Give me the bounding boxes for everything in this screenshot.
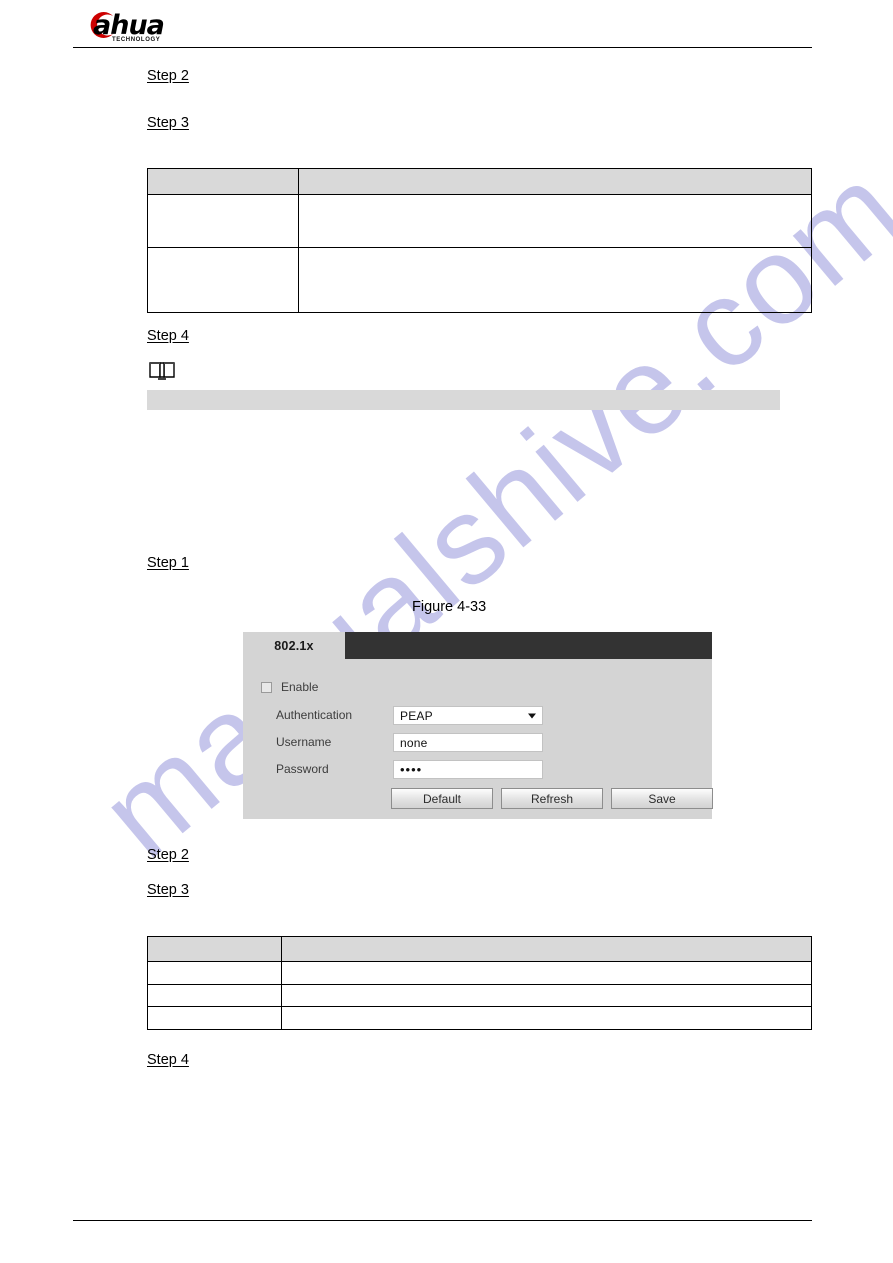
tab-8021x-label: 802.1x	[274, 638, 314, 653]
table-row	[147, 984, 812, 1007]
table-cell	[147, 984, 282, 1007]
table-cell	[147, 961, 282, 985]
tab-8021x[interactable]: 802.1x	[243, 632, 345, 659]
table-cell	[147, 1006, 282, 1030]
parameter-table-bottom	[147, 936, 812, 1030]
open-book-icon	[149, 362, 175, 380]
authentication-row: Authentication PEAP	[276, 706, 696, 725]
username-input[interactable]: none	[393, 733, 543, 752]
table-header-cell	[147, 168, 299, 195]
step-label-3-top: Step 3	[147, 115, 189, 131]
dialog-8021x-panel: 802.1x Enable Authentication PEAP Userna…	[243, 632, 713, 819]
step-label-2-top: Step 2	[147, 68, 189, 84]
footer-rule	[73, 1220, 812, 1221]
table-cell	[281, 984, 812, 1007]
parameter-table-top	[147, 168, 812, 313]
step-label-4-top: Step 4	[147, 328, 189, 344]
step-label-4-bottom: Step 4	[147, 1052, 189, 1068]
table-header-cell	[147, 936, 282, 962]
table-header-row	[147, 168, 812, 195]
table-header-row	[147, 936, 812, 962]
table-cell	[281, 961, 812, 985]
default-button[interactable]: Default	[391, 788, 493, 809]
authentication-select[interactable]: PEAP	[393, 706, 543, 725]
table-row	[147, 961, 812, 985]
dahua-logo-tagline: TECHNOLOGY	[112, 37, 161, 43]
password-input[interactable]: ••••	[393, 760, 543, 779]
table-row	[147, 194, 812, 248]
dahua-logo: ahua TECHNOLOGY	[86, 10, 201, 46]
authentication-label: Authentication	[276, 708, 353, 722]
document-page: ahua TECHNOLOGY Step 2 Step 3 Step 4 Ste…	[0, 0, 893, 1263]
chevron-down-icon	[528, 713, 536, 718]
table-header-cell	[281, 936, 812, 962]
table-cell	[298, 247, 812, 313]
page-header: ahua TECHNOLOGY	[0, 0, 893, 56]
dialog-button-row: Default Refresh Save	[391, 788, 713, 809]
save-button[interactable]: Save	[611, 788, 713, 809]
note-highlight-bar	[147, 390, 780, 410]
table-cell	[298, 194, 812, 248]
username-label: Username	[276, 735, 332, 749]
enable-checkbox[interactable]	[261, 681, 272, 693]
enable-label: Enable	[281, 680, 319, 694]
password-label: Password	[276, 762, 329, 776]
figure-caption: Figure 4-33	[412, 599, 487, 615]
table-header-cell	[298, 168, 812, 195]
table-cell	[147, 247, 299, 313]
step-label-3-bottom: Step 3	[147, 882, 189, 898]
step-label-1-mid: Step 1	[147, 555, 189, 571]
password-value: ••••	[400, 762, 423, 777]
enable-row[interactable]: Enable	[261, 680, 318, 694]
authentication-value: PEAP	[400, 708, 433, 723]
table-cell	[281, 1006, 812, 1030]
tab-bar-filler	[345, 632, 712, 659]
table-row	[147, 247, 812, 313]
table-cell	[147, 194, 299, 248]
username-value: none	[400, 735, 428, 750]
step-label-2-bottom: Step 2	[147, 847, 189, 863]
header-rule	[73, 47, 812, 48]
table-row	[147, 1006, 812, 1030]
refresh-button[interactable]: Refresh	[501, 788, 603, 809]
dialog-tab-bar: 802.1x	[243, 632, 712, 659]
password-row: Password ••••	[276, 760, 696, 779]
username-row: Username none	[276, 733, 696, 752]
